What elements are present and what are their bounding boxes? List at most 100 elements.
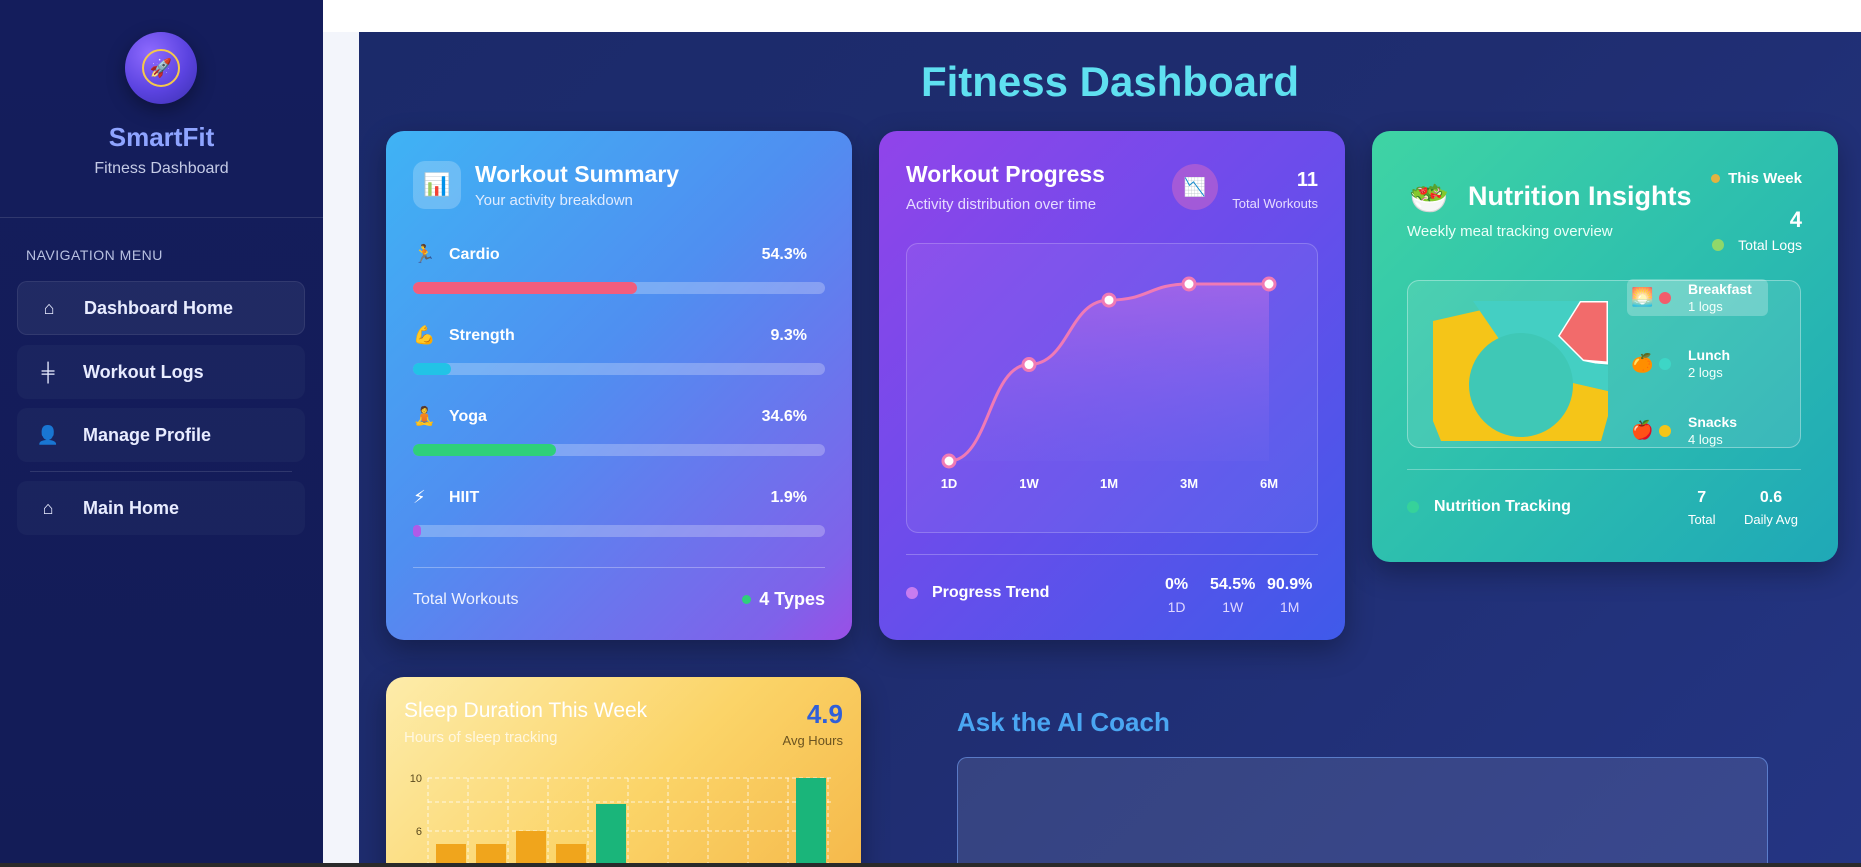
salad-icon: 🥗 [1409, 180, 1449, 216]
rocket-icon: 🚀 [142, 49, 180, 87]
apple-icon: 🍎 [1631, 420, 1654, 440]
nutrition-tracking-label: Nutrition Tracking [1434, 498, 1571, 515]
x-tick-label: 1W [1019, 476, 1039, 491]
progress-track [413, 525, 825, 537]
stat-value: 90.9% [1267, 576, 1313, 593]
orange-icon: 🍊 [1631, 353, 1654, 373]
progress-area [949, 284, 1269, 461]
stat-value: 0% [1165, 576, 1189, 593]
lightning-icon: ⚡ [413, 487, 426, 507]
stat-1m: 90.9% 1M [1267, 576, 1312, 615]
workout-label: HIIT [449, 489, 480, 506]
nav-separator [30, 471, 292, 472]
sidebar-item-label: Manage Profile [83, 424, 212, 445]
ai-coach-title: Ask the AI Coach [957, 707, 1170, 737]
legend-count: 4 logs [1688, 432, 1723, 447]
progress-point [1181, 276, 1197, 292]
card-title: Workout Summary [475, 161, 680, 187]
bottom-edge [0, 863, 1861, 867]
brand-name: SmartFit [108, 122, 215, 152]
nutrition-insights-card: 🥗 Nutrition Insights Weekly meal trackin… [1372, 131, 1838, 562]
stat-1w: 54.5% 1W [1210, 576, 1255, 615]
x-tick-label: 1M [1100, 476, 1118, 491]
card-subtitle: Your activity breakdown [475, 192, 633, 209]
sleep-bar [796, 778, 826, 867]
card-divider [906, 554, 1318, 555]
legend-item-breakfast[interactable]: 🌅 Breakfast 1 logs [1627, 279, 1768, 316]
this-week-indicator: This Week [1711, 170, 1802, 187]
card-title: Workout Progress [906, 161, 1105, 187]
brand-subtitle: Fitness Dashboard [94, 160, 229, 177]
progress-fill [413, 525, 422, 537]
pie-center [1469, 333, 1573, 437]
progress-point [1021, 357, 1037, 373]
status-dot [1407, 501, 1419, 513]
y-tick-6: 6 [416, 826, 422, 838]
status-dot [1711, 174, 1721, 183]
status-dot [1712, 239, 1725, 251]
card-title: Nutrition Insights [1468, 181, 1692, 211]
progress-fill [413, 444, 556, 456]
stat-key: Daily Avg [1744, 512, 1798, 527]
progress-point [941, 453, 957, 469]
brand-logo[interactable]: 🚀 [125, 32, 197, 104]
workout-types-count: 4 Types [759, 589, 825, 609]
running-icon: 🏃 [413, 244, 436, 264]
progress-fill [413, 363, 452, 375]
legend-dot [1659, 357, 1671, 370]
sidebar-item-label: Main Home [83, 497, 180, 518]
stat-total: 7 Total [1688, 489, 1715, 527]
stat-key: 1W [1222, 599, 1244, 615]
legend-dot [1659, 291, 1671, 304]
progress-chart-svg: 1D 1W 1M 3M 6M [941, 276, 1278, 491]
page-title: Fitness Dashboard [920, 58, 1300, 105]
stat-key: 1M [1279, 599, 1300, 615]
total-logs: Total Logs [1712, 237, 1802, 253]
workout-percent: 1.9% [770, 489, 807, 506]
nutrition-tracking: Nutrition Tracking [1407, 498, 1571, 516]
stat-key: 1D [1167, 599, 1186, 615]
x-tick-label: 3M [1180, 476, 1198, 491]
workout-progress-card: Workout Progress Activity distribution o… [879, 131, 1345, 640]
stat-daily-avg: 0.6 Daily Avg [1744, 489, 1798, 527]
home-icon: ⌂ [43, 297, 55, 318]
nav-menu-title: NAVIGATION MENU [26, 247, 163, 263]
card-subtitle: Weekly meal tracking overview [1407, 223, 1613, 240]
total-workouts-count: 11 [1296, 169, 1318, 191]
progress-chart: 1D 1W 1M 3M 6M [906, 243, 1318, 533]
stat-value: 54.5% [1210, 576, 1256, 593]
total-workouts-label: Total Workouts [1232, 196, 1318, 211]
progress-fill [413, 282, 637, 294]
legend-item-lunch[interactable]: 🍊 Lunch 2 logs [1631, 347, 1730, 380]
total-workouts-value: 4 Types [742, 589, 825, 610]
card-divider [1407, 469, 1801, 470]
legend-count: 1 logs [1688, 299, 1723, 314]
sidebar-item-label: Dashboard Home [84, 297, 234, 318]
progress-point [1101, 292, 1117, 308]
sidebar-item-workout-logs[interactable]: ╪ Workout Logs [17, 345, 305, 399]
progress-point [1261, 276, 1277, 292]
sidebar-item-main-home[interactable]: ⌂ Main Home [17, 481, 305, 535]
workout-label: Cardio [449, 246, 500, 263]
card-subtitle: Activity distribution over time [906, 196, 1097, 213]
legend-name: Snacks [1688, 414, 1738, 430]
home-icon: ⌂ [42, 497, 54, 518]
status-dot [742, 595, 752, 604]
sidebar-item-label: Workout Logs [83, 361, 204, 382]
sleep-duration-card: Sleep Duration This Week Hours of sleep … [386, 677, 861, 867]
flexed-arm-icon: 💪 [413, 325, 436, 345]
legend-item-snacks[interactable]: 🍎 Snacks 4 logs [1631, 414, 1737, 447]
x-tick-label: 1D [941, 476, 958, 491]
workout-percent: 34.6% [761, 408, 807, 425]
progress-track [413, 444, 825, 456]
ai-coach-chat-box[interactable] [957, 757, 1768, 867]
workout-percent: 54.3% [761, 246, 807, 263]
sidebar-item-dashboard-home[interactable]: ⌂ Dashboard Home [17, 281, 305, 335]
top-bar [323, 0, 1861, 32]
total-logs-count: 4 [1789, 207, 1802, 232]
legend-dot [906, 587, 918, 599]
progress-track [413, 363, 825, 375]
legend-name: Lunch [1688, 347, 1730, 363]
legend-name: Breakfast [1688, 281, 1752, 297]
sidebar-item-manage-profile[interactable]: 👤 Manage Profile [17, 408, 305, 462]
